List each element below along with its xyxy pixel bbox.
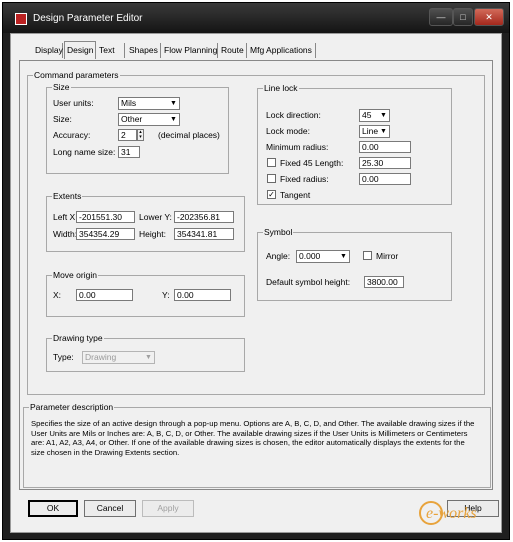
height-label: Height: <box>139 229 166 239</box>
line-lock-title: Line lock <box>263 83 299 94</box>
drawing-type-select: Drawing ▼ <box>82 351 155 364</box>
tangent-checkbox[interactable]: ✓ <box>267 190 276 199</box>
symbol-title: Symbol <box>263 227 294 238</box>
line-lock-group: Line lock Lock direction: 45 ▼ Lock mode… <box>257 83 452 205</box>
tab-display[interactable]: Display <box>33 43 63 58</box>
fixed45-checkbox[interactable] <box>267 158 276 167</box>
size-select[interactable]: Other ▼ <box>118 113 180 126</box>
ok-button[interactable]: OK <box>28 500 78 517</box>
app-icon <box>15 13 27 25</box>
angle-label: Angle: <box>266 251 291 261</box>
drawing-type-value: Drawing <box>85 352 117 362</box>
lower-y-label: Lower Y: <box>139 212 172 222</box>
user-units-value: Mils <box>121 98 137 108</box>
size-group: Size User units: Mils ▼ Size: Other ▼ Ac… <box>46 82 229 174</box>
lower-y-input[interactable]: -202356.81 <box>174 211 234 223</box>
tab-text[interactable]: Text <box>97 43 125 58</box>
window-title: Design Parameter Editor <box>33 13 143 24</box>
extents-title: Extents <box>52 191 83 202</box>
tab-mfg-applications[interactable]: Mfg Applications <box>248 43 316 58</box>
drawing-type-group: Drawing type Type: Drawing ▼ <box>46 333 245 372</box>
title-bar[interactable]: Design Parameter Editor — □ ✕ <box>3 3 509 33</box>
chevron-down-icon: ▼ <box>143 352 154 363</box>
long-name-size-label: Long name size: <box>53 147 116 157</box>
logo-text: e-works <box>426 505 477 522</box>
angle-value: 0.000 <box>299 251 321 261</box>
tab-design[interactable]: Design <box>64 41 96 59</box>
dialog-client: Display Design Text Shapes Flow Planning… <box>10 33 502 533</box>
tangent-label: Tangent <box>280 190 311 200</box>
lock-mode-value: Line <box>362 126 379 136</box>
parameter-description-text: Specifies the size of an active design t… <box>31 419 475 457</box>
width-label: Width: <box>53 229 78 239</box>
command-parameters-group: Command parameters Size User units: Mils… <box>27 70 485 395</box>
lock-direction-value: 45 <box>362 110 372 120</box>
accuracy-input[interactable]: 2 <box>118 129 137 141</box>
tab-flow-planning[interactable]: Flow Planning <box>162 43 218 58</box>
parameter-description-group: Parameter description Specifies the size… <box>23 402 491 488</box>
drawing-type-title: Drawing type <box>52 333 104 344</box>
lock-direction-label: Lock direction: <box>266 110 321 120</box>
lock-direction-select[interactable]: 45 ▼ <box>359 109 390 122</box>
long-name-size-input[interactable]: 31 <box>118 146 140 158</box>
move-origin-title: Move origin <box>52 270 98 281</box>
origin-x-input[interactable]: 0.00 <box>76 289 133 301</box>
tab-route[interactable]: Route <box>219 43 247 58</box>
move-origin-group: Move origin X: 0.00 Y: 0.00 <box>46 270 245 317</box>
chevron-down-icon[interactable]: ▼ <box>378 110 389 121</box>
mirror-checkbox[interactable] <box>363 251 372 260</box>
drawing-type-label: Type: <box>53 352 74 362</box>
left-x-input[interactable]: -201551.30 <box>76 211 135 223</box>
fixed-radius-label: Fixed radius: <box>280 174 329 184</box>
user-units-select[interactable]: Mils ▼ <box>118 97 180 110</box>
close-button[interactable]: ✕ <box>474 8 504 26</box>
chevron-down-icon[interactable]: ▼ <box>168 114 179 125</box>
height-input[interactable]: 354341.81 <box>174 228 234 240</box>
command-parameters-title: Command parameters <box>33 70 120 81</box>
min-radius-label: Minimum radius: <box>266 142 329 152</box>
lock-mode-select[interactable]: Line ▼ <box>359 125 390 138</box>
apply-button: Apply <box>142 500 194 517</box>
fixed45-input[interactable]: 25.30 <box>359 157 411 169</box>
min-radius-input[interactable]: 0.00 <box>359 141 411 153</box>
extents-group: Extents Left X: -201551.30 Lower Y: -202… <box>46 191 245 252</box>
origin-y-input[interactable]: 0.00 <box>174 289 231 301</box>
dialog-window: Design Parameter Editor — □ ✕ Display De… <box>2 2 510 540</box>
fixed45-label: Fixed 45 Length: <box>280 158 344 168</box>
size-value: Other <box>121 114 143 124</box>
design-tab-panel: Command parameters Size User units: Mils… <box>19 60 493 490</box>
symbol-group: Symbol Angle: 0.000 ▼ Mirror Default sym… <box>257 227 452 301</box>
lock-mode-label: Lock mode: <box>266 126 310 136</box>
parameter-description-title: Parameter description <box>29 402 115 413</box>
left-x-label: Left X: <box>53 212 78 222</box>
user-units-label: User units: <box>53 98 94 108</box>
angle-select[interactable]: 0.000 ▼ <box>296 250 350 263</box>
e-works-logo: e-works <box>419 501 477 525</box>
minimize-button[interactable]: — <box>429 8 453 26</box>
width-input[interactable]: 354354.29 <box>76 228 135 240</box>
maximize-button[interactable]: □ <box>453 8 473 26</box>
chevron-down-icon[interactable]: ▼ <box>168 98 179 109</box>
cancel-button[interactable]: Cancel <box>84 500 136 517</box>
tab-shapes[interactable]: Shapes <box>127 43 161 58</box>
fixed-radius-checkbox[interactable] <box>267 174 276 183</box>
mirror-label: Mirror <box>376 251 399 261</box>
size-label: Size: <box>53 114 72 124</box>
accuracy-spinner[interactable]: ▴ ▾ <box>137 129 144 141</box>
fixed-radius-input[interactable]: 0.00 <box>359 173 411 185</box>
size-title: Size <box>52 82 71 93</box>
origin-y-label: Y: <box>162 290 170 300</box>
chevron-down-icon[interactable]: ▼ <box>338 251 349 262</box>
chevron-down-icon[interactable]: ▼ <box>378 126 389 137</box>
default-symbol-height-label: Default symbol height: <box>266 277 351 287</box>
default-symbol-height-input[interactable]: 3800.00 <box>364 276 404 288</box>
origin-x-label: X: <box>53 290 62 300</box>
accuracy-note: (decimal places) <box>158 130 220 140</box>
accuracy-label: Accuracy: <box>53 130 91 140</box>
